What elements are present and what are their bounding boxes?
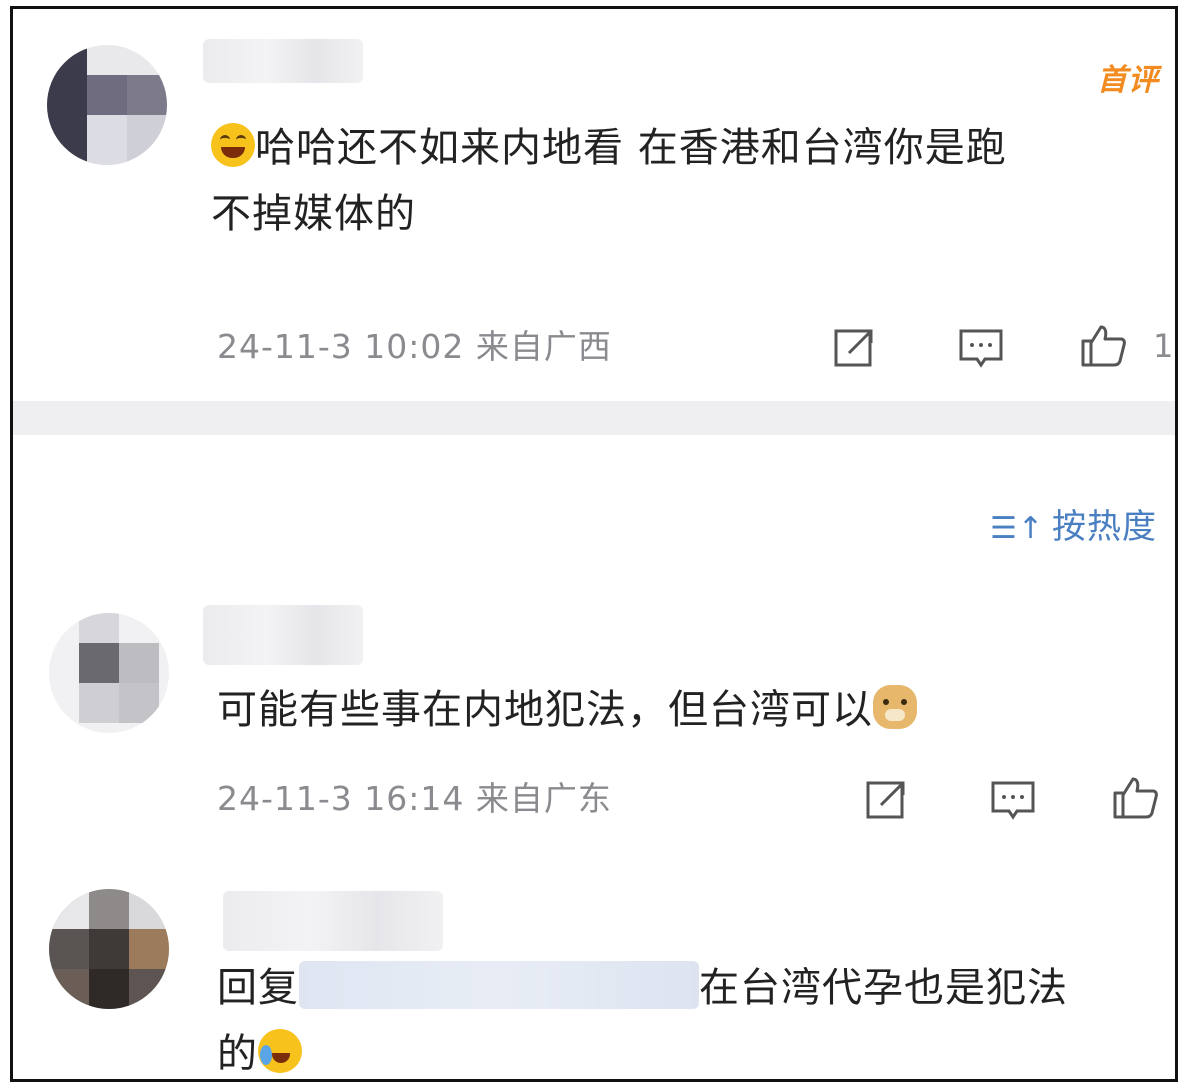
share-icon[interactable] (863, 775, 911, 823)
comment-text-line1: 哈哈还不如来内地看 在香港和台湾你是跑 (255, 125, 1007, 171)
comment-text: 哈哈还不如来内地看 在香港和台湾你是跑 不掉媒体的 (211, 115, 1171, 247)
crying-laughing-emoji-icon (258, 1029, 302, 1073)
like-count: 1 (1153, 327, 1174, 365)
comment-panel: 首评 哈哈还不如来内地看 在香港和台湾你是跑 不掉媒体的 24-11-3 10:… (10, 6, 1178, 1082)
sort-label: 按热度 (1052, 507, 1157, 547)
like-icon[interactable] (1111, 773, 1159, 821)
first-comment-badge: 首评 (1097, 63, 1159, 98)
sort-icon: ☰↑ (989, 511, 1044, 546)
reply-prefix: 回复 (217, 965, 299, 1011)
sort-toggle[interactable]: ☰↑ 按热度 (990, 499, 1157, 548)
comment-text: 回复 在台湾代孕也是犯法 的 (217, 955, 1175, 1079)
location: 来自广东 (475, 779, 612, 818)
laughing-emoji-icon (211, 123, 255, 167)
section-divider (13, 401, 1175, 435)
comment-icon[interactable] (989, 775, 1037, 823)
username-blurred[interactable] (203, 39, 363, 83)
comment-text-line2: 的 (217, 1031, 258, 1077)
avatar[interactable] (49, 889, 169, 1009)
comment-text-line1: 可能有些事在内地犯法，但台湾可以 (217, 687, 873, 733)
comment-text: 可能有些事在内地犯法，但台湾可以 (217, 677, 1175, 743)
avatar[interactable] (47, 45, 167, 165)
like-icon[interactable] (1079, 321, 1127, 369)
comment-meta: 24-11-3 10:02 来自广西 (217, 327, 612, 367)
username-blurred[interactable] (203, 605, 363, 665)
username-blurred[interactable] (223, 891, 443, 951)
comment-text-line1: 在台湾代孕也是犯法 (699, 965, 1068, 1011)
comment-icon[interactable] (957, 323, 1005, 371)
doge-emoji-icon (873, 685, 917, 729)
comment-meta: 24-11-3 16:14 来自广东 (217, 779, 612, 819)
comment-text-line2: 不掉媒体的 (211, 191, 416, 237)
avatar[interactable] (49, 613, 169, 733)
mention-blurred[interactable] (299, 961, 699, 1009)
timestamp: 24-11-3 10:02 (217, 327, 465, 366)
timestamp: 24-11-3 16:14 (217, 779, 465, 818)
location: 来自广西 (475, 327, 612, 366)
share-icon[interactable] (831, 323, 879, 371)
